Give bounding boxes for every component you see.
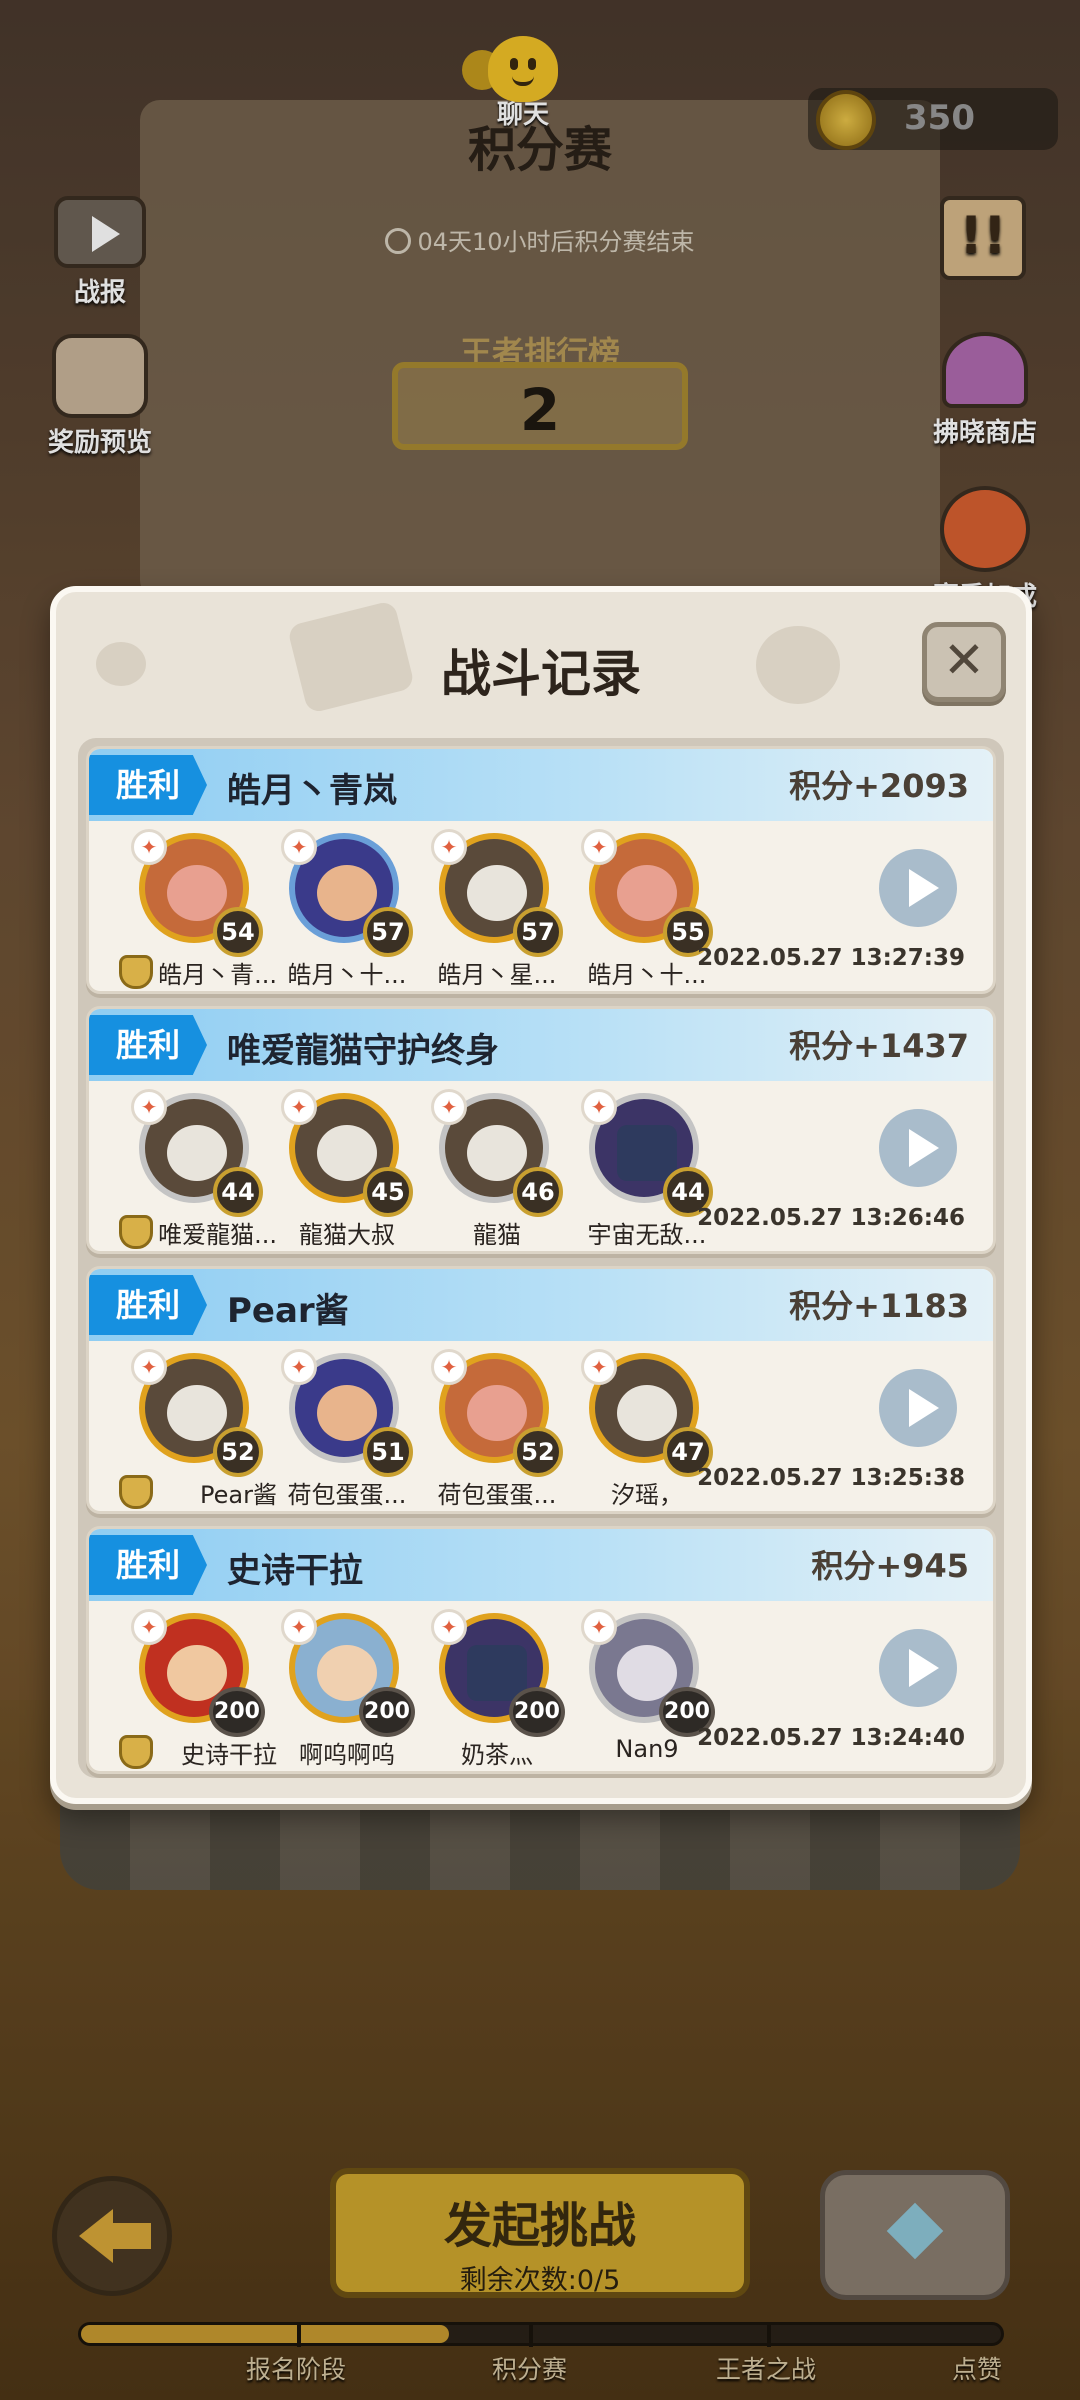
pet-level-badge: 57 — [363, 907, 413, 957]
pet-owner-name: 唯爱龍猫... — [158, 1221, 277, 1249]
battle-time: 2022.05.27 13:26:46 — [697, 1205, 965, 1231]
pet-slot[interactable]: ✦ 200 啊呜啊呜 — [269, 1609, 419, 1769]
replay-play-button[interactable] — [879, 1369, 957, 1447]
pet-owner-name: 皓月丶十... — [287, 961, 407, 989]
score-delta: 积分+1183 — [789, 1287, 969, 1325]
result-badge: 胜利 — [89, 1535, 207, 1595]
opponent-name: 唯爱龍猫守护终身 — [227, 1031, 499, 1071]
pet-slot[interactable]: ✦ 52 荷包蛋蛋... — [419, 1349, 569, 1509]
element-icon: ✦ — [581, 1609, 617, 1645]
pet-lineup: ✦ 54 皓月丶青... ✦ 57 皓月丶十... ✦ 57 皓月丶星... ✦… — [119, 829, 739, 989]
battle-record-modal: 战斗记录 ✕ 胜利 皓月丶青岚 积分+2093 ✦ 54 皓月丶青... ✦ 5… — [50, 586, 1032, 1804]
score-delta: 积分+945 — [811, 1547, 969, 1585]
battle-record-card: 胜利 史诗干拉 积分+945 ✦ 200 史诗干拉 ✦ 200 啊呜啊呜 ✦ 2… — [86, 1526, 996, 1774]
pet-level-badge: 52 — [213, 1427, 263, 1477]
element-icon: ✦ — [431, 1089, 467, 1125]
pet-level-badge: 200 — [209, 1687, 265, 1737]
pet-slot[interactable]: ✦ 54 皓月丶青... — [119, 829, 277, 989]
pet-level-badge: 46 — [513, 1167, 563, 1217]
pet-owner-name: Pear酱 — [200, 1481, 277, 1509]
record-list[interactable]: 胜利 皓月丶青岚 积分+2093 ✦ 54 皓月丶青... ✦ 57 皓月丶十.… — [78, 738, 1004, 1778]
pet-owner-name: 荷包蛋蛋... — [287, 1481, 407, 1509]
pet-slot[interactable]: ✦ 200 史诗干拉 — [119, 1609, 277, 1769]
element-icon: ✦ — [131, 829, 167, 865]
result-badge: 胜利 — [89, 1275, 207, 1335]
element-icon: ✦ — [581, 1089, 617, 1125]
pet-lineup: ✦ 44 唯爱龍猫... ✦ 45 龍猫大叔 ✦ 46 龍猫 ✦ 44 宇宙无敌… — [119, 1089, 739, 1249]
score-delta: 积分+2093 — [789, 767, 969, 805]
pet-lineup: ✦ 200 史诗干拉 ✦ 200 啊呜啊呜 ✦ 200 奶茶灬 ✦ 200 Na… — [119, 1609, 739, 1769]
result-badge: 胜利 — [89, 755, 207, 815]
element-icon: ✦ — [131, 1089, 167, 1125]
pet-slot[interactable]: ✦ 200 奶茶灬 — [419, 1609, 569, 1769]
score-delta: 积分+1437 — [789, 1027, 969, 1065]
opponent-name: Pear酱 — [227, 1291, 349, 1331]
pet-owner-name: 皓月丶星... — [437, 961, 557, 989]
element-icon: ✦ — [131, 1609, 167, 1645]
close-button[interactable]: ✕ — [922, 622, 1006, 702]
pet-level-badge: 200 — [359, 1687, 415, 1737]
pet-slot[interactable]: ✦ 52 Pear酱 — [119, 1349, 277, 1509]
pet-owner-name: 史诗干拉 — [181, 1741, 277, 1769]
pet-lineup: ✦ 52 Pear酱 ✦ 51 荷包蛋蛋... ✦ 52 荷包蛋蛋... ✦ 4… — [119, 1349, 739, 1509]
pet-level-badge: 44 — [213, 1167, 263, 1217]
pet-owner-name: 皓月丶青... — [158, 961, 277, 989]
battle-record-card: 胜利 Pear酱 积分+1183 ✦ 52 Pear酱 ✦ 51 荷包蛋蛋...… — [86, 1266, 996, 1514]
replay-play-button[interactable] — [879, 1109, 957, 1187]
pet-level-badge: 57 — [513, 907, 563, 957]
pet-level-badge: 51 — [363, 1427, 413, 1477]
element-icon: ✦ — [281, 1089, 317, 1125]
opponent-name: 史诗干拉 — [227, 1551, 363, 1591]
pet-level-badge: 45 — [363, 1167, 413, 1217]
pet-owner-name: 啊呜啊呜 — [299, 1741, 395, 1769]
pet-owner-name: 龍猫 — [473, 1221, 521, 1249]
pet-slot[interactable]: ✦ 46 龍猫 — [419, 1089, 569, 1249]
battle-time: 2022.05.27 13:27:39 — [697, 945, 965, 971]
pet-owner-name: 龍猫大叔 — [299, 1221, 395, 1249]
element-icon: ✦ — [431, 1349, 467, 1385]
battle-record-card: 胜利 唯爱龍猫守护终身 积分+1437 ✦ 44 唯爱龍猫... ✦ 45 龍猫… — [86, 1006, 996, 1254]
element-icon: ✦ — [431, 1609, 467, 1645]
battle-record-card: 胜利 皓月丶青岚 积分+2093 ✦ 54 皓月丶青... ✦ 57 皓月丶十.… — [86, 746, 996, 994]
pet-owner-name: 荷包蛋蛋... — [437, 1481, 557, 1509]
element-icon: ✦ — [581, 829, 617, 865]
pet-slot[interactable]: ✦ 51 荷包蛋蛋... — [269, 1349, 419, 1509]
replay-play-button[interactable] — [879, 849, 957, 927]
pet-owner-name: 奶茶灬 — [461, 1741, 533, 1769]
element-icon: ✦ — [131, 1349, 167, 1385]
pet-slot[interactable]: ✦ 45 龍猫大叔 — [269, 1089, 419, 1249]
element-icon: ✦ — [431, 829, 467, 865]
element-icon: ✦ — [281, 829, 317, 865]
close-icon: ✕ — [943, 631, 985, 689]
battle-time: 2022.05.27 13:25:38 — [697, 1465, 965, 1491]
pet-slot[interactable]: ✦ 57 皓月丶星... — [419, 829, 569, 989]
element-icon: ✦ — [281, 1349, 317, 1385]
battle-time: 2022.05.27 13:24:40 — [697, 1725, 965, 1751]
element-icon: ✦ — [581, 1349, 617, 1385]
pet-slot[interactable]: ✦ 57 皓月丶十... — [269, 829, 419, 989]
opponent-name: 皓月丶青岚 — [227, 771, 397, 811]
modal-title: 战斗记录 — [441, 645, 641, 703]
pet-level-badge: 200 — [509, 1687, 565, 1737]
pet-level-badge: 54 — [213, 907, 263, 957]
pet-slot[interactable]: ✦ 44 唯爱龍猫... — [119, 1089, 277, 1249]
pet-level-badge: 52 — [513, 1427, 563, 1477]
element-icon: ✦ — [281, 1609, 317, 1645]
result-badge: 胜利 — [89, 1015, 207, 1075]
replay-play-button[interactable] — [879, 1629, 957, 1707]
